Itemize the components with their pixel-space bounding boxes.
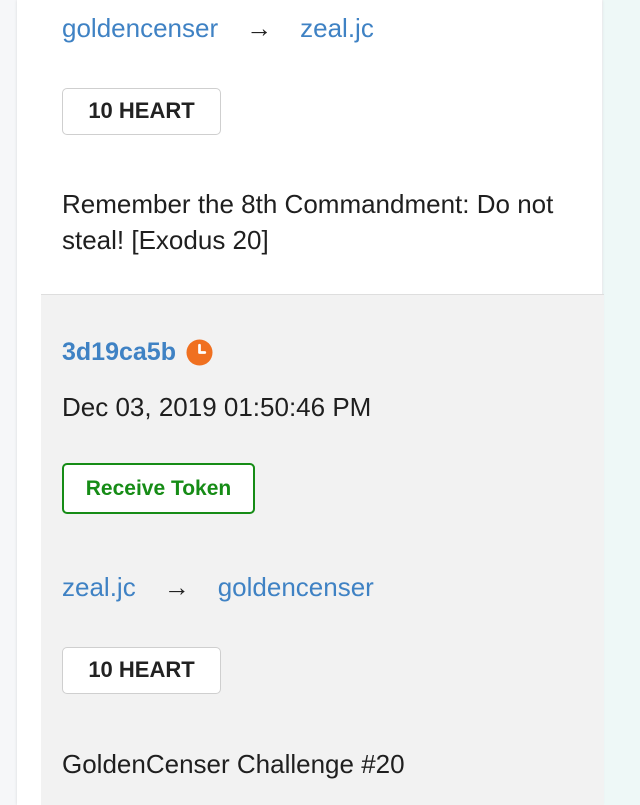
receive-token-badge: Receive Token — [62, 463, 255, 514]
from-account-link[interactable]: goldencenser — [62, 13, 218, 43]
transfer-flow: goldencenser → zeal.jc — [62, 13, 374, 43]
page: goldencenser → zeal.jc 10 HEART Remember t… — [0, 0, 640, 805]
amount-badge: 10 HEART — [62, 88, 221, 135]
memo-text: Remember the 8th Commandment: Do not ste… — [62, 189, 554, 255]
transfer-flow: zeal.jc → goldencenser — [62, 572, 374, 602]
arrow-icon: → — [163, 572, 190, 602]
to-account-link[interactable]: zeal.jc — [300, 13, 374, 43]
txid-row: 3d19ca5b — [62, 336, 213, 368]
txid-link[interactable]: 3d19ca5b — [62, 338, 176, 367]
side-panel-edge — [603, 0, 640, 805]
to-account-link[interactable]: goldencenser — [218, 572, 374, 602]
transaction-list-card: goldencenser → zeal.jc 10 HEART Remember t… — [17, 0, 604, 805]
amount-badge: 10 HEART — [62, 647, 221, 694]
arrow-icon: → — [246, 13, 273, 43]
transaction-item: goldencenser → zeal.jc 10 HEART Remember t… — [17, 0, 602, 294]
from-account-link[interactable]: zeal.jc — [62, 572, 136, 602]
clock-icon — [186, 338, 213, 366]
transaction-item-highlighted: 3d19ca5b Dec 03, 2019 01:50:46 PM Receiv… — [41, 294, 604, 805]
timestamp: Dec 03, 2019 01:50:46 PM — [62, 392, 372, 422]
memo-text: GoldenCenser Challenge #20 — [62, 749, 405, 779]
